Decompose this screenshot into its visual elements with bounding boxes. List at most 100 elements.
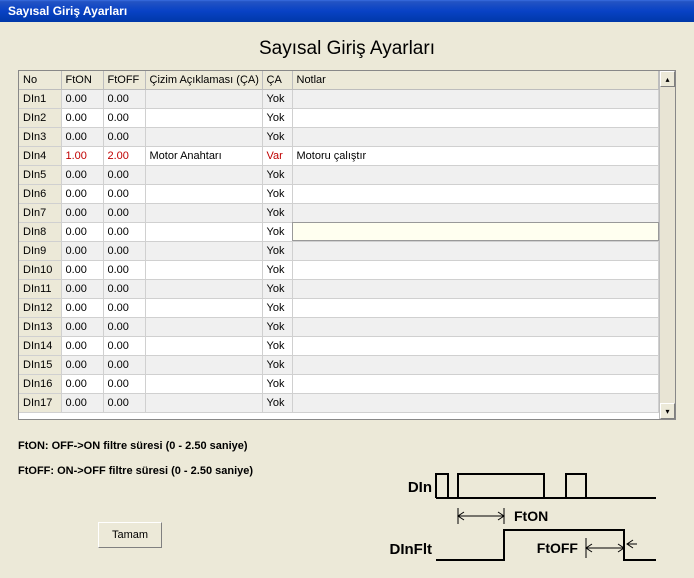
cell-ca[interactable]: Yok	[262, 165, 292, 184]
cell-ftoff[interactable]: 0.00	[103, 165, 145, 184]
cell-fton[interactable]: 0.00	[61, 127, 103, 146]
cell-fton[interactable]: 0.00	[61, 89, 103, 108]
col-header-notes[interactable]: Notlar	[292, 71, 659, 89]
cell-fton[interactable]: 0.00	[61, 393, 103, 412]
cell-ca[interactable]: Yok	[262, 260, 292, 279]
cell-notes[interactable]	[292, 336, 659, 355]
cell-ca[interactable]: Yok	[262, 241, 292, 260]
cell-desc[interactable]	[145, 393, 262, 412]
cell-fton[interactable]: 0.00	[61, 165, 103, 184]
scroll-up-button[interactable]: ▴	[660, 71, 675, 87]
table-row[interactable]: DIn10.000.00Yok	[19, 89, 659, 108]
cell-desc[interactable]	[145, 203, 262, 222]
col-header-no[interactable]: No	[19, 71, 61, 89]
cell-desc[interactable]	[145, 89, 262, 108]
table-row[interactable]: DIn70.000.00Yok	[19, 203, 659, 222]
cell-notes[interactable]	[292, 317, 659, 336]
table-row[interactable]: DIn41.002.00Motor AnahtarıVarMotoru çalı…	[19, 146, 659, 165]
cell-desc[interactable]	[145, 260, 262, 279]
ok-button[interactable]: Tamam	[98, 522, 162, 548]
cell-notes[interactable]	[292, 165, 659, 184]
cell-ca[interactable]: Yok	[262, 355, 292, 374]
cell-ca[interactable]: Yok	[262, 184, 292, 203]
table-row[interactable]: DIn110.000.00Yok	[19, 279, 659, 298]
cell-ftoff[interactable]: 0.00	[103, 89, 145, 108]
cell-ca[interactable]: Yok	[262, 374, 292, 393]
cell-ftoff[interactable]: 0.00	[103, 260, 145, 279]
cell-fton[interactable]: 0.00	[61, 184, 103, 203]
cell-fton[interactable]: 0.00	[61, 260, 103, 279]
cell-desc[interactable]	[145, 336, 262, 355]
table-row[interactable]: DIn100.000.00Yok	[19, 260, 659, 279]
cell-notes[interactable]	[292, 355, 659, 374]
table-row[interactable]: DIn150.000.00Yok	[19, 355, 659, 374]
cell-ftoff[interactable]: 0.00	[103, 393, 145, 412]
cell-ca[interactable]: Yok	[262, 127, 292, 146]
col-header-desc[interactable]: Çizim Açıklaması (ÇA)	[145, 71, 262, 89]
cell-ftoff[interactable]: 0.00	[103, 336, 145, 355]
cell-desc[interactable]	[145, 317, 262, 336]
cell-ca[interactable]: Yok	[262, 279, 292, 298]
col-header-ca[interactable]: ÇA	[262, 71, 292, 89]
cell-desc[interactable]	[145, 355, 262, 374]
cell-notes[interactable]	[292, 393, 659, 412]
cell-desc[interactable]	[145, 222, 262, 241]
cell-notes[interactable]	[292, 241, 659, 260]
cell-ca[interactable]: Yok	[262, 298, 292, 317]
cell-fton[interactable]: 0.00	[61, 222, 103, 241]
cell-notes[interactable]	[292, 298, 659, 317]
table-row[interactable]: DIn170.000.00Yok	[19, 393, 659, 412]
cell-notes[interactable]	[292, 203, 659, 222]
cell-notes[interactable]	[292, 222, 659, 241]
cell-ftoff[interactable]: 2.00	[103, 146, 145, 165]
cell-ca[interactable]: Yok	[262, 336, 292, 355]
cell-desc[interactable]	[145, 184, 262, 203]
cell-fton[interactable]: 0.00	[61, 374, 103, 393]
cell-fton[interactable]: 0.00	[61, 241, 103, 260]
cell-desc[interactable]	[145, 374, 262, 393]
vertical-scrollbar[interactable]: ▴ ▾	[659, 71, 675, 419]
scroll-down-button[interactable]: ▾	[660, 403, 675, 419]
table-row[interactable]: DIn30.000.00Yok	[19, 127, 659, 146]
table-row[interactable]: DIn120.000.00Yok	[19, 298, 659, 317]
cell-fton[interactable]: 0.00	[61, 279, 103, 298]
cell-fton[interactable]: 0.00	[61, 336, 103, 355]
cell-fton[interactable]: 0.00	[61, 108, 103, 127]
cell-ftoff[interactable]: 0.00	[103, 279, 145, 298]
cell-fton[interactable]: 0.00	[61, 355, 103, 374]
cell-notes[interactable]	[292, 89, 659, 108]
cell-desc[interactable]	[145, 241, 262, 260]
table-row[interactable]: DIn50.000.00Yok	[19, 165, 659, 184]
cell-notes[interactable]	[292, 108, 659, 127]
cell-desc[interactable]: Motor Anahtarı	[145, 146, 262, 165]
cell-ftoff[interactable]: 0.00	[103, 298, 145, 317]
cell-desc[interactable]	[145, 298, 262, 317]
cell-notes[interactable]: Motoru çalıştır	[292, 146, 659, 165]
cell-ftoff[interactable]: 0.00	[103, 374, 145, 393]
table-row[interactable]: DIn80.000.00Yok	[19, 222, 659, 241]
cell-ftoff[interactable]: 0.00	[103, 184, 145, 203]
cell-ca[interactable]: Yok	[262, 317, 292, 336]
cell-ftoff[interactable]: 0.00	[103, 222, 145, 241]
cell-ca[interactable]: Yok	[262, 393, 292, 412]
cell-desc[interactable]	[145, 127, 262, 146]
col-header-fton[interactable]: FtON	[61, 71, 103, 89]
col-header-ftoff[interactable]: FtOFF	[103, 71, 145, 89]
cell-fton[interactable]: 0.00	[61, 317, 103, 336]
cell-notes[interactable]	[292, 127, 659, 146]
cell-ftoff[interactable]: 0.00	[103, 355, 145, 374]
table-row[interactable]: DIn140.000.00Yok	[19, 336, 659, 355]
cell-ftoff[interactable]: 0.00	[103, 127, 145, 146]
cell-fton[interactable]: 1.00	[61, 146, 103, 165]
cell-desc[interactable]	[145, 279, 262, 298]
cell-ftoff[interactable]: 0.00	[103, 108, 145, 127]
table-row[interactable]: DIn20.000.00Yok	[19, 108, 659, 127]
cell-fton[interactable]: 0.00	[61, 203, 103, 222]
cell-ca[interactable]: Yok	[262, 222, 292, 241]
cell-ca[interactable]: Yok	[262, 89, 292, 108]
cell-notes[interactable]	[292, 184, 659, 203]
cell-fton[interactable]: 0.00	[61, 298, 103, 317]
table-row[interactable]: DIn60.000.00Yok	[19, 184, 659, 203]
table-row[interactable]: DIn90.000.00Yok	[19, 241, 659, 260]
scroll-track[interactable]	[660, 87, 675, 403]
